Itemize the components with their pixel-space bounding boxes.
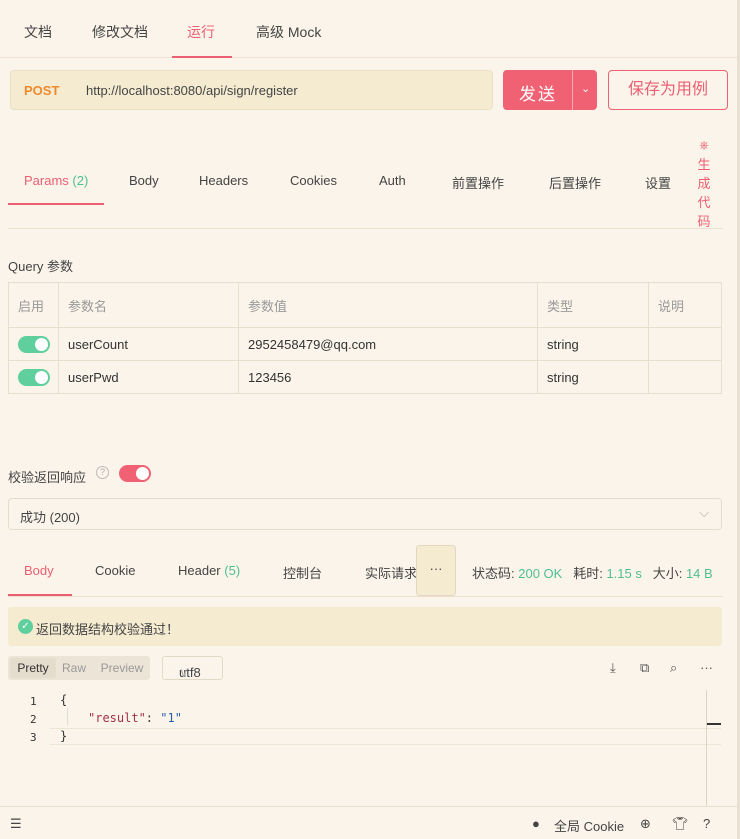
bottom-status-bar: ☰ ● 全局 Cookie ⊕ 👕︎ ? (0, 806, 740, 839)
view-mode-preview[interactable]: Preview (98, 658, 146, 678)
view-mode-segment: Pretty Raw Preview (8, 656, 150, 680)
validation-message: 返回数据结构校验通过！ (36, 622, 180, 637)
scrollbar-marker (707, 723, 721, 725)
code-line: "result": "1" (88, 711, 182, 725)
param-type-cell[interactable]: string (537, 360, 649, 394)
active-tab-indicator (172, 56, 232, 58)
tab-params[interactable]: Params (2) (24, 173, 88, 188)
tab-post-ops[interactable]: 后置操作 (549, 173, 601, 192)
outline-icon[interactable]: ☰ (10, 816, 22, 832)
response-code-viewer[interactable]: 1 2 3 { "result": "1" } (8, 690, 721, 806)
table-row: userCount 2952458479@qq.com string (8, 327, 722, 361)
indent-guide (67, 708, 68, 726)
tab-response-body[interactable]: Body (24, 563, 54, 578)
code-line: } (60, 729, 68, 743)
download-icon[interactable]: ⤓ (610, 660, 616, 676)
column-header-name: 参数名 (58, 282, 239, 328)
validate-response-label: 校验返回响应 (8, 470, 87, 485)
status-code: 200 OK (518, 566, 563, 581)
view-mode-pretty[interactable]: Pretty (10, 658, 56, 678)
table-row: userPwd 123456 string (8, 360, 722, 394)
request-tabs-divider (8, 228, 722, 229)
param-value-cell[interactable]: 123456 (238, 360, 538, 394)
url-input[interactable]: http://localhost:8080/api/sign/register (86, 83, 298, 98)
validate-toggle[interactable] (119, 465, 151, 483)
param-type-cell[interactable]: string (537, 327, 649, 361)
more-tabs-button[interactable]: ··· (416, 545, 456, 596)
line-number: 3 (30, 731, 37, 744)
tab-settings[interactable]: 设置 (645, 173, 671, 192)
code-line: { (60, 693, 68, 707)
chevron-down-icon: ⌵ (699, 505, 709, 520)
response-stats: 状态码: 200 OK 耗时: 1.15 s 大小: 14 B (472, 566, 713, 581)
tab-edit-docs[interactable]: 修改文档 (92, 22, 148, 42)
url-bar[interactable]: POST http://localhost:8080/api/sign/regi… (10, 70, 493, 110)
copy-icon[interactable]: ⧉ (640, 660, 649, 676)
chevron-down-icon[interactable]: ⌄ (581, 82, 590, 95)
send-button-divider (572, 70, 573, 110)
view-mode-raw[interactable]: Raw (58, 658, 90, 678)
param-name-cell[interactable]: userPwd (58, 360, 239, 394)
vertical-scrollbar[interactable] (706, 690, 707, 806)
save-as-case-button[interactable]: 保存为用例 (608, 70, 728, 110)
column-header-type: 类型 (537, 282, 649, 328)
tab-body[interactable]: Body (129, 173, 159, 188)
params-tab-indicator (8, 203, 104, 205)
param-value-cell[interactable]: 2952458479@qq.com (238, 327, 538, 361)
encoding-select[interactable]: utf8 ∨ (162, 656, 223, 680)
param-name-cell[interactable]: userCount (58, 327, 239, 361)
enable-toggle[interactable] (18, 368, 50, 386)
tab-response-cookie[interactable]: Cookie (95, 563, 135, 578)
response-status-value: 成功 (200) (20, 510, 80, 525)
column-header-value: 参数值 (238, 282, 538, 328)
tab-headers[interactable]: Headers (199, 173, 248, 188)
param-desc-cell[interactable] (648, 327, 722, 361)
tab-pre-ops[interactable]: 前置操作 (452, 173, 504, 192)
tab-actual-request[interactable]: 实际请求 (365, 563, 416, 582)
code-gen-icon: ⎈ (699, 138, 709, 152)
help-icon[interactable]: ? (703, 816, 710, 831)
tab-console[interactable]: 控制台 (283, 563, 322, 582)
chevron-down-icon: ∨ (179, 665, 189, 680)
line-number-gutter: 1 2 3 (8, 690, 50, 806)
tab-docs[interactable]: 文档 (24, 22, 52, 42)
column-header-enabled: 启用 (8, 282, 59, 328)
query-params-table: 启用 参数名 参数值 类型 说明 userCount 2952458479@qq… (8, 282, 722, 394)
global-cookie-button[interactable]: 全局 Cookie (554, 816, 624, 835)
response-status-select[interactable]: 成功 (200) ⌵ (8, 498, 722, 530)
send-button-label: 发送 (519, 85, 557, 104)
check-circle-icon: ✓ (18, 619, 33, 634)
generate-code-button[interactable]: ⎈ 生 成 代 码 (696, 136, 712, 231)
response-time: 1.15 s (606, 566, 642, 581)
current-line-highlight (50, 728, 721, 745)
enable-toggle[interactable] (18, 335, 50, 353)
tab-cookies[interactable]: Cookies (290, 173, 337, 188)
tab-auth[interactable]: Auth (379, 173, 406, 188)
query-params-label: Query 参数 (8, 259, 74, 274)
top-tab-bar: 文档 修改文档 运行 高级 Mock (0, 0, 740, 58)
validation-result-bar: ✓ 返回数据结构校验通过！ (8, 607, 722, 646)
cookie-icon[interactable]: ● (532, 816, 540, 831)
search-icon[interactable]: ⌕ (670, 660, 677, 676)
tab-response-header[interactable]: Header (5) (178, 563, 240, 578)
send-button[interactable]: 发送 ⌄ (503, 70, 597, 110)
upload-icon[interactable]: ⊕ (640, 816, 651, 832)
response-tabs-divider (8, 596, 722, 597)
tab-run[interactable]: 运行 (187, 22, 215, 42)
column-header-desc: 说明 (648, 282, 722, 328)
help-icon[interactable]: ? (96, 466, 109, 479)
line-number: 1 (30, 695, 37, 708)
shirt-icon[interactable]: 👕︎ (672, 816, 689, 832)
line-number: 2 (30, 713, 37, 726)
more-icon[interactable]: ··· (700, 660, 713, 675)
method-selector[interactable]: POST (24, 83, 59, 98)
response-size: 14 B (685, 566, 713, 581)
tab-advanced-mock[interactable]: 高级 Mock (256, 22, 321, 42)
param-desc-cell[interactable] (648, 360, 722, 394)
